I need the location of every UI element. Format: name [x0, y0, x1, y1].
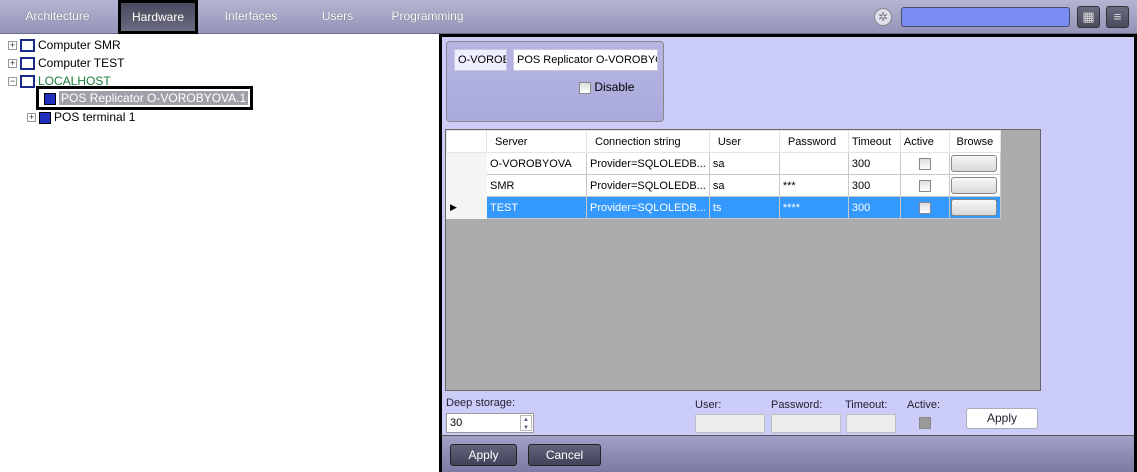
active-checkbox[interactable]	[918, 179, 931, 192]
column-password[interactable]: Password	[778, 130, 849, 153]
active-label: Active:	[907, 399, 941, 411]
user-label: User:	[695, 399, 722, 411]
timeout-label: Timeout:	[845, 399, 888, 411]
password-field[interactable]	[771, 414, 841, 433]
expand-icon[interactable]: +	[8, 59, 17, 69]
cell-timeout[interactable]: 300	[847, 196, 901, 219]
spinner-arrows-icon[interactable]: ▲ ▼	[520, 415, 532, 431]
browse-button[interactable]	[950, 155, 997, 172]
cell-password[interactable]: ***	[778, 174, 849, 197]
hardware-tree: + Computer SMR + Computer TEST − LOCALHOST …	[0, 35, 438, 472]
cell-browse[interactable]	[948, 196, 1001, 219]
tree-item-pos-terminal[interactable]: + POS terminal 1	[27, 108, 135, 126]
tree-item-pos-replicator[interactable]: POS Replicator O-VOROBYOVA.1	[36, 86, 254, 110]
cell-user[interactable]: ts	[708, 196, 780, 219]
pos-device-icon	[39, 111, 51, 124]
cell-browse[interactable]	[948, 152, 1001, 175]
cell-server[interactable]: O-VOROBYOVA	[486, 152, 587, 175]
tree-item-computer-smr[interactable]: + Computer SMR	[8, 36, 121, 54]
current-row-arrow-icon[interactable]: ▶	[446, 196, 487, 219]
table-row[interactable]: O-VOROBYOVA Provider=SQLOLEDB... sa 300	[446, 152, 1001, 175]
user-field[interactable]	[695, 414, 765, 433]
active-checkbox[interactable]	[918, 201, 931, 214]
cell-user[interactable]: sa	[708, 174, 780, 197]
apply-button[interactable]: Apply	[450, 444, 517, 466]
column-browse[interactable]: Browse	[948, 130, 1001, 153]
settings-panel: O-VOROE POS Replicator O-VOROBYO' Disabl…	[439, 34, 1137, 472]
checkbox-icon[interactable]	[579, 81, 591, 94]
tree-item-computer-test[interactable]: + Computer TEST	[8, 54, 124, 72]
cell-connection-string[interactable]: Provider=SQLOLEDB...	[586, 174, 710, 197]
cell-active[interactable]	[899, 152, 950, 175]
tree-item-label: Computer SMR	[38, 38, 121, 52]
servers-grid: Server Connection string User Password T…	[445, 129, 1041, 391]
tree-item-label: Computer TEST	[38, 56, 125, 70]
footer-bar: Apply Cancel	[442, 435, 1134, 472]
table-row-selected[interactable]: ▶ TEST Provider=SQLOLEDB... ts **** 300	[446, 196, 1001, 219]
pos-device-icon	[44, 92, 56, 105]
tab-users[interactable]: Users	[310, 0, 365, 34]
disable-label: Disable	[594, 80, 635, 94]
deep-storage-value: 30	[450, 417, 463, 429]
cell-password[interactable]	[778, 152, 849, 175]
cell-active[interactable]	[899, 196, 950, 219]
cancel-button[interactable]: Cancel	[528, 444, 601, 466]
table-row[interactable]: SMR Provider=SQLOLEDB... sa *** 300	[446, 174, 1001, 197]
active-checkbox[interactable]	[918, 157, 931, 170]
search-input[interactable]	[901, 7, 1070, 27]
disable-checkbox[interactable]: Disable	[579, 80, 634, 94]
cell-browse[interactable]	[948, 174, 1001, 197]
tree-item-label: POS Replicator O-VOROBYOVA.1	[59, 91, 249, 105]
column-active[interactable]: Active	[899, 130, 950, 153]
row-header-corner	[446, 130, 487, 153]
column-server[interactable]: Server	[486, 130, 587, 153]
tab-architecture[interactable]: Architecture	[15, 0, 100, 34]
deep-storage-spinner[interactable]: 30 ▲ ▼	[446, 413, 534, 433]
expand-icon[interactable]: +	[8, 41, 17, 51]
browse-button[interactable]	[950, 199, 997, 216]
cell-server[interactable]: SMR	[486, 174, 587, 197]
browse-button[interactable]	[950, 177, 997, 194]
menu-icon[interactable]: ≡	[1106, 6, 1129, 28]
tab-interfaces[interactable]: Interfaces	[215, 0, 287, 34]
tab-hardware[interactable]: Hardware	[118, 0, 198, 34]
settings-gear-icon[interactable]: ✲	[874, 8, 892, 26]
expand-icon[interactable]: +	[27, 113, 36, 123]
object-name-field[interactable]: POS Replicator O-VOROBYO'	[513, 49, 658, 71]
computer-icon	[20, 57, 35, 71]
cell-server[interactable]: TEST	[486, 196, 587, 219]
layout-grid-icon[interactable]: ▦	[1077, 6, 1100, 28]
computer-icon	[20, 39, 35, 53]
object-id-field[interactable]: O-VOROE	[454, 49, 507, 71]
password-label: Password:	[771, 399, 823, 411]
object-group-box: O-VOROE POS Replicator O-VOROBYO' Disabl…	[446, 41, 664, 122]
apply-row-button[interactable]: Apply	[966, 408, 1038, 429]
timeout-field[interactable]	[846, 414, 896, 433]
collapse-icon[interactable]: −	[8, 77, 17, 87]
tree-item-label: POS terminal 1	[54, 110, 136, 124]
cell-timeout[interactable]: 300	[847, 174, 901, 197]
column-timeout[interactable]: Timeout	[847, 130, 901, 153]
grid-header: Server Connection string User Password T…	[446, 130, 1001, 153]
cell-active[interactable]	[899, 174, 950, 197]
top-nav-bar: Architecture Hardware Interfaces Users P…	[0, 0, 1137, 34]
computer-icon	[20, 75, 35, 89]
cell-timeout[interactable]: 300	[847, 152, 901, 175]
tab-programming[interactable]: Programming	[390, 0, 465, 34]
cell-user[interactable]: sa	[708, 152, 780, 175]
cell-connection-string[interactable]: Provider=SQLOLEDB...	[586, 196, 710, 219]
row-header[interactable]	[446, 174, 487, 197]
column-user[interactable]: User	[708, 130, 780, 153]
column-connection-string[interactable]: Connection string	[586, 130, 710, 153]
deep-storage-label: Deep storage:	[446, 397, 516, 409]
row-header[interactable]	[446, 152, 487, 175]
cell-connection-string[interactable]: Provider=SQLOLEDB...	[586, 152, 710, 175]
cell-password[interactable]: ****	[778, 196, 849, 219]
active-checkbox[interactable]	[919, 417, 931, 429]
